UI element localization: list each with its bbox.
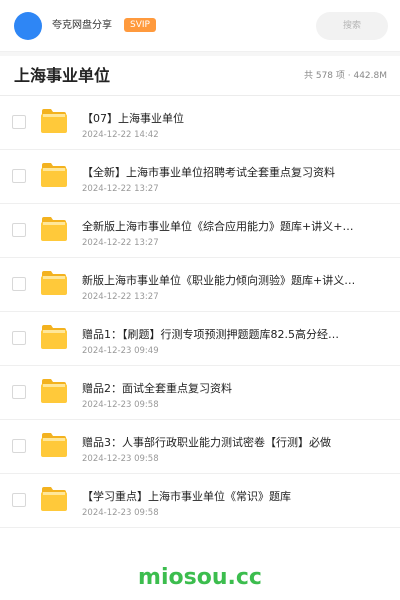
file-row[interactable]: 新版上海市事业单位《职业能力倾向测验》题库+讲义+… 2024-12-22 13:…: [0, 258, 400, 312]
file-date: 2024-12-23 09:58: [82, 400, 159, 410]
select-checkbox[interactable]: [12, 331, 26, 345]
page-title: 上海事业单位: [14, 66, 111, 85]
file-date: 2024-12-23 09:49: [82, 346, 159, 356]
file-name: 【07】上海事业单位: [82, 112, 184, 125]
file-date: 2024-12-22 13:27: [82, 292, 159, 302]
select-checkbox[interactable]: [12, 385, 26, 399]
file-date: 2024-12-22 13:27: [82, 238, 159, 248]
select-checkbox[interactable]: [12, 277, 26, 291]
file-row[interactable]: 【07】上海事业单位 2024-12-22 14:42: [0, 96, 400, 150]
file-name: 赠品3：人事部行政职业能力测试密卷【行测】必做: [82, 436, 331, 449]
folder-meta: 共 578 项 · 442.8M: [303, 71, 387, 81]
file-list: 【07】上海事业单位 2024-12-22 14:42 【全新】上海市事业单位招聘考…: [0, 96, 400, 528]
file-row[interactable]: 赠品2：面试全套重点复习资料 2024-12-23 09:58: [0, 366, 400, 420]
file-row[interactable]: 【全新】上海市事业单位招聘考试全套重点复习资料 2024-12-22 13:27: [0, 150, 400, 204]
folder-icon: [41, 487, 67, 511]
select-checkbox[interactable]: [12, 493, 26, 507]
file-date: 2024-12-23 09:58: [82, 454, 159, 464]
folder-icon: [41, 325, 67, 349]
file-row[interactable]: 赠品1：【刷题】行测专项预测押题题库82.5高分经… 2024-12-23 09:…: [0, 312, 400, 366]
search-input[interactable]: 搜索: [316, 12, 388, 40]
file-date: 2024-12-22 14:42: [82, 130, 159, 140]
file-name: 全新版上海市事业单位《综合应用能力》题库+讲义+重…: [82, 220, 364, 233]
select-checkbox[interactable]: [12, 439, 26, 453]
folder-title-row: 上海事业单位 共 578 项 · 442.8M: [0, 56, 400, 96]
folder-icon: [41, 271, 67, 295]
file-name: 赠品2：面试全套重点复习资料: [82, 382, 232, 395]
file-name: 【学习重点】上海市事业单位《常识》题库: [82, 490, 291, 503]
file-date: 2024-12-22 13:27: [82, 184, 159, 194]
file-name: 【全新】上海市事业单位招聘考试全套重点复习资料: [82, 166, 335, 179]
select-checkbox[interactable]: [12, 223, 26, 237]
folder-icon: [41, 217, 67, 241]
avatar[interactable]: [14, 12, 42, 40]
file-row[interactable]: 全新版上海市事业单位《综合应用能力》题库+讲义+重… 2024-12-22 13:…: [0, 204, 400, 258]
folder-icon: [41, 433, 67, 457]
file-date: 2024-12-23 09:58: [82, 508, 159, 518]
watermark-text: miosou.cc: [138, 565, 262, 590]
svip-badge: SVIP: [124, 18, 156, 32]
folder-icon: [41, 109, 67, 133]
file-name: 赠品1：【刷题】行测专项预测押题题库82.5高分经…: [82, 328, 339, 341]
folder-icon: [41, 163, 67, 187]
share-name: 夸克网盘分享: [52, 20, 112, 31]
file-row[interactable]: 【学习重点】上海市事业单位《常识》题库 2024-12-23 09:58: [0, 474, 400, 528]
folder-icon: [41, 379, 67, 403]
file-row[interactable]: 赠品3：人事部行政职业能力测试密卷【行测】必做 2024-12-23 09:58: [0, 420, 400, 474]
file-name: 新版上海市事业单位《职业能力倾向测验》题库+讲义+…: [82, 274, 364, 287]
select-checkbox[interactable]: [12, 169, 26, 183]
select-checkbox[interactable]: [12, 115, 26, 129]
top-bar: 夸克网盘分享 SVIP 搜索: [0, 0, 400, 52]
